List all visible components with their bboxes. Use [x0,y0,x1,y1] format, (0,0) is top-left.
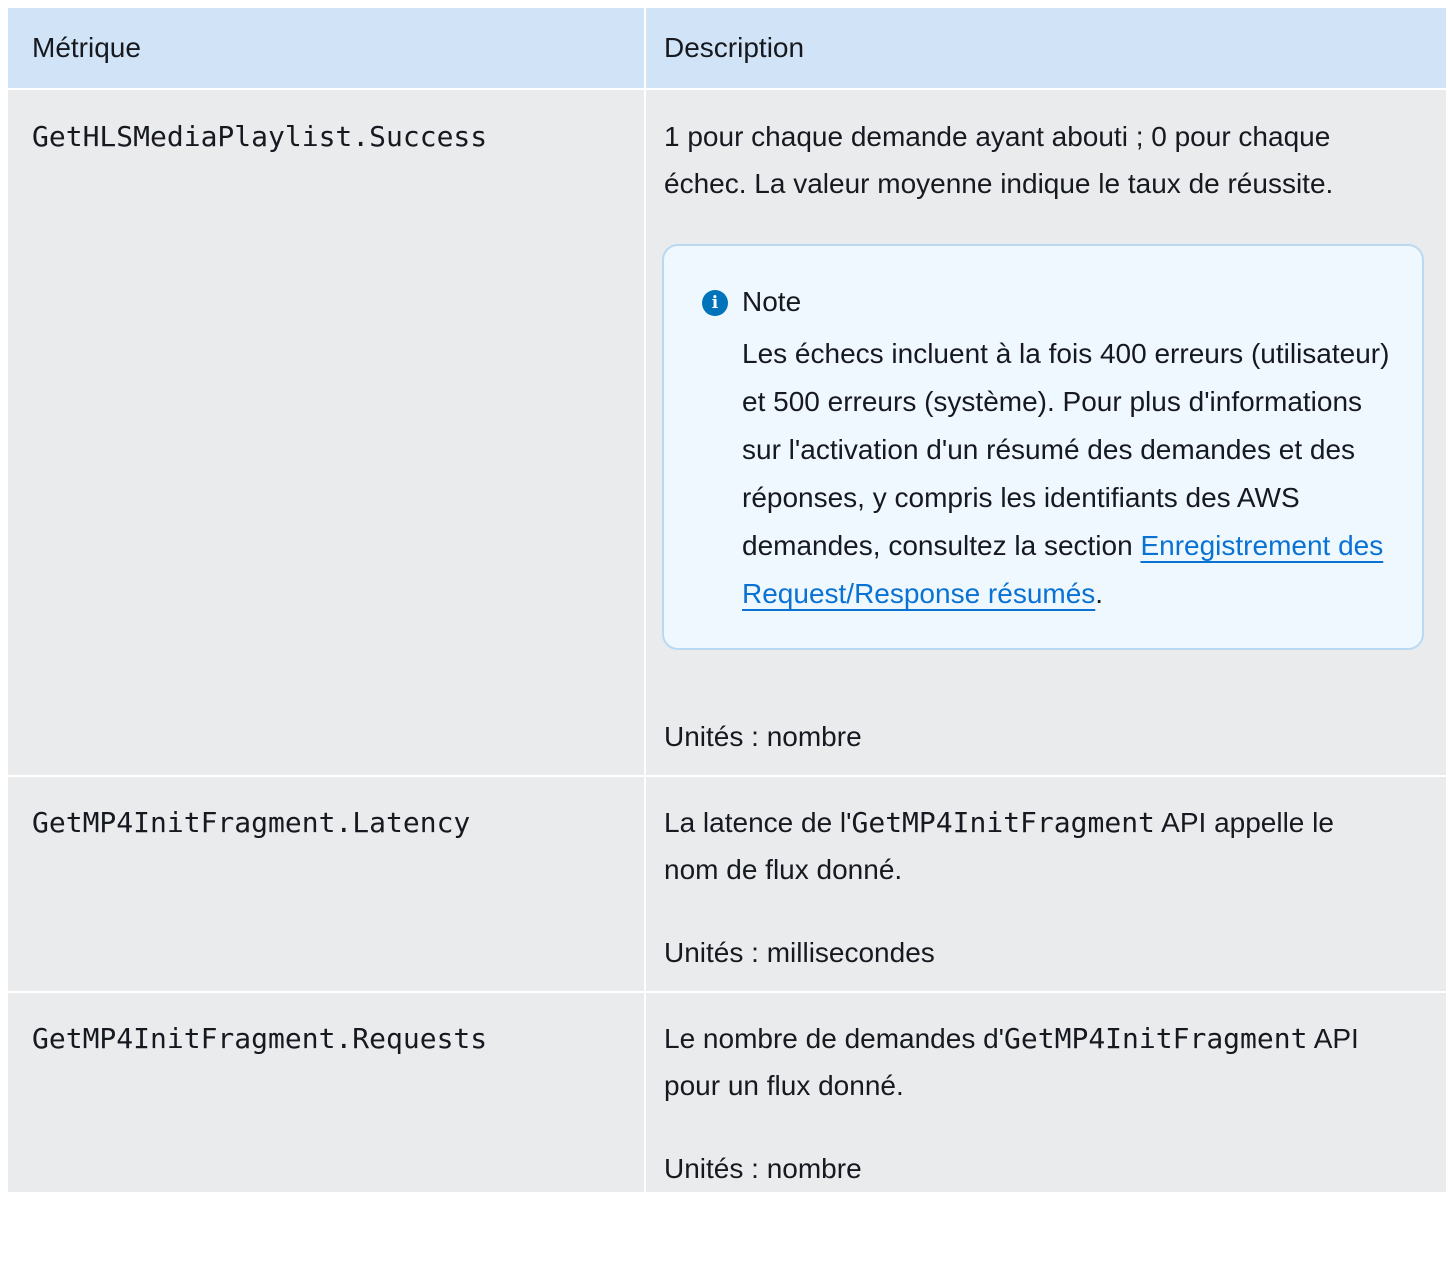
metric-name: GetHLSMediaPlaylist.Success [32,120,488,153]
description-prefix: Le nombre de demandes d' [664,1023,1005,1054]
units-text: Unités : nombre [664,721,862,752]
metric-cell: GetMP4InitFragment.Latency [8,777,646,991]
table-row: GetHLSMediaPlaylist.Success 1 pour chaqu… [8,90,1448,777]
note-callout: i Note Les échecs incluent à la fois 400… [662,244,1424,650]
description-prefix: La latence de l' [664,807,852,838]
metric-name: GetMP4InitFragment.Latency [32,806,471,839]
note-body-text: Les échecs incluent à la fois 400 erreur… [742,338,1390,561]
api-code: GetMP4InitFragment [1004,1022,1308,1055]
table-header-row: Métrique Description [8,8,1448,90]
info-icon: i [702,290,728,316]
table-row: GetMP4InitFragment.Requests Le nombre de… [8,993,1448,1192]
description-text: 1 pour chaque demande ayant abouti ; 0 p… [664,121,1334,199]
metric-name: GetMP4InitFragment.Requests [32,1022,488,1055]
description-cell: 1 pour chaque demande ayant abouti ; 0 p… [646,90,1446,775]
table-row: GetMP4InitFragment.Latency La latence de… [8,777,1448,993]
description-text: Le nombre de demandes d'GetMP4InitFragme… [664,1015,1404,1109]
note-body-end: . [1095,578,1104,609]
description-text: La latence de l'GetMP4InitFragment API a… [664,799,1384,893]
note-body: Les échecs incluent à la fois 400 erreur… [742,330,1402,618]
note-title: Note [742,286,802,317]
metric-cell: GetHLSMediaPlaylist.Success [8,90,646,775]
metrics-table: Métrique Description GetHLSMediaPlaylist… [8,8,1448,1192]
description-cell: La latence de l'GetMP4InitFragment API a… [646,777,1446,991]
column-header-metric: Métrique [8,8,646,88]
units-text: Unités : nombre [664,1153,862,1184]
description-cell: Le nombre de demandes d'GetMP4InitFragme… [646,993,1446,1192]
api-code: GetMP4InitFragment [851,806,1155,839]
column-header-description: Description [646,8,1446,88]
metric-cell: GetMP4InitFragment.Requests [8,993,646,1192]
units-text: Unités : millisecondes [664,937,935,968]
